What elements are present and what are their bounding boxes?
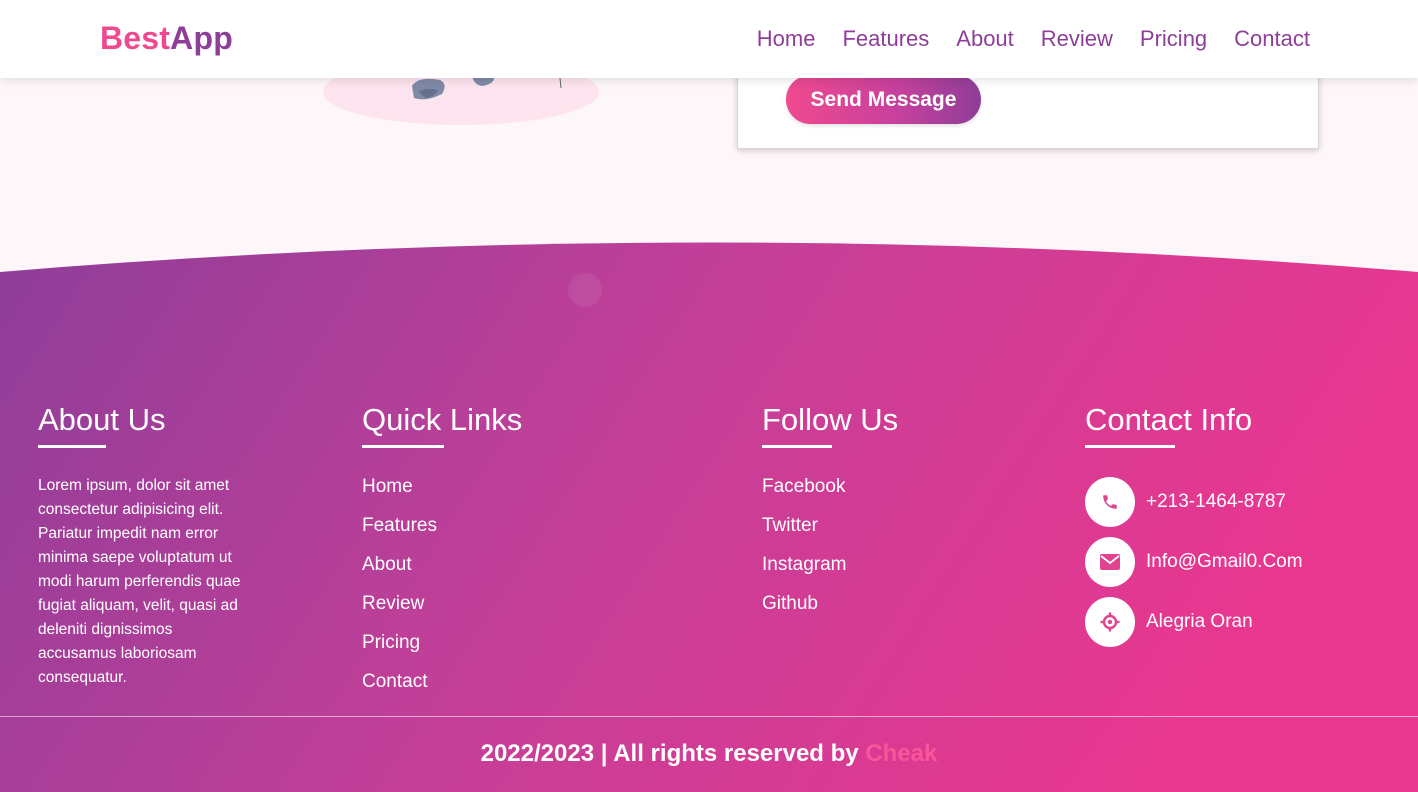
- nav-link-contact[interactable]: Contact: [1234, 26, 1310, 52]
- contact-location-text: Alegria Oran: [1146, 611, 1253, 632]
- contact-email-text: Info@Gmail0.Com: [1146, 551, 1303, 572]
- footer-link-features[interactable]: Features: [362, 515, 437, 536]
- footer-about-text: Lorem ipsum, dolor sit amet consectetur …: [38, 477, 241, 686]
- list-item: Home: [362, 476, 522, 515]
- nav-link-features[interactable]: Features: [842, 26, 929, 52]
- list-item: Review: [362, 593, 522, 632]
- list-item: Contact: [362, 671, 522, 710]
- location-crosshair-icon: [1085, 597, 1135, 647]
- heading-underline: [38, 445, 106, 448]
- contact-phone-text: +213-1464-8787: [1146, 491, 1286, 512]
- footer-contact-heading-text: Contact Info: [1085, 402, 1253, 437]
- footer-link-review[interactable]: Review: [362, 593, 424, 614]
- footer-divider: [0, 716, 1418, 717]
- footer-contact-column: Contact Info +213-1464-8787 Info@Gmail0.…: [1085, 402, 1303, 652]
- contact-info-location[interactable]: Alegria Oran: [1085, 592, 1303, 652]
- nav-link-home[interactable]: Home: [757, 26, 816, 52]
- list-item: Pricing: [362, 632, 522, 671]
- footer: About Us Lorem ipsum, dolor sit amet con…: [0, 230, 1418, 792]
- footer-about-column: About Us Lorem ipsum, dolor sit amet con…: [38, 402, 248, 690]
- footer-follow-heading-text: Follow Us: [762, 402, 899, 437]
- footer-about-heading: About Us: [38, 402, 248, 448]
- copyright-brand-link[interactable]: Cheak: [865, 740, 937, 767]
- list-item: About: [362, 554, 522, 593]
- heading-underline: [1085, 445, 1175, 448]
- contact-info-email[interactable]: Info@Gmail0.Com: [1085, 532, 1303, 592]
- footer-about-heading-text: About Us: [38, 402, 166, 437]
- list-item: Twitter: [762, 515, 898, 554]
- footer-quick-links-column: Quick Links Home Features About Review P…: [362, 402, 522, 710]
- social-link-facebook[interactable]: Facebook: [762, 476, 845, 497]
- nav-menu: Home Features About Review Pricing Conta…: [757, 26, 1310, 52]
- contact-info-list: +213-1464-8787 Info@Gmail0.Com Alegria O…: [1085, 472, 1303, 652]
- social-link-github[interactable]: Github: [762, 593, 818, 614]
- list-item: Instagram: [762, 554, 898, 593]
- social-links-list: Facebook Twitter Instagram Github: [762, 476, 898, 632]
- list-item: Features: [362, 515, 522, 554]
- nav-link-pricing[interactable]: Pricing: [1140, 26, 1207, 52]
- list-item: Facebook: [762, 476, 898, 515]
- footer-contact-heading: Contact Info: [1085, 402, 1303, 448]
- nav-link-review[interactable]: Review: [1041, 26, 1113, 52]
- social-link-twitter[interactable]: Twitter: [762, 515, 818, 536]
- social-link-instagram[interactable]: Instagram: [762, 554, 846, 575]
- footer-link-home[interactable]: Home: [362, 476, 413, 497]
- envelope-icon: [1085, 537, 1135, 587]
- footer-follow-heading: Follow Us: [762, 402, 898, 448]
- footer-follow-column: Follow Us Facebook Twitter Instagram Git…: [762, 402, 898, 632]
- footer-quick-links-heading-text: Quick Links: [362, 402, 523, 437]
- footer-quick-links-heading: Quick Links: [362, 402, 522, 448]
- navbar: BestApp Home Features About Review Prici…: [0, 0, 1418, 78]
- brand-logo-part2: App: [170, 20, 233, 56]
- copyright-label: 2022/2023 | All rights reserved by: [480, 740, 859, 767]
- copyright-text: 2022/2023 | All rights reserved by Cheak: [0, 740, 1418, 768]
- brand-logo-part1: Best: [100, 20, 171, 56]
- phone-icon: [1085, 477, 1135, 527]
- nav-link-about[interactable]: About: [956, 26, 1014, 52]
- brand-logo[interactable]: BestApp: [100, 20, 233, 57]
- heading-underline: [362, 445, 444, 448]
- send-message-button[interactable]: Send Message: [786, 75, 981, 124]
- contact-info-phone[interactable]: +213-1464-8787: [1085, 472, 1303, 532]
- quick-links-list: Home Features About Review Pricing Conta…: [362, 476, 522, 710]
- list-item: Github: [762, 593, 898, 632]
- heading-underline: [762, 445, 832, 448]
- footer-link-contact[interactable]: Contact: [362, 671, 427, 692]
- footer-link-about[interactable]: About: [362, 554, 412, 575]
- footer-link-pricing[interactable]: Pricing: [362, 632, 420, 653]
